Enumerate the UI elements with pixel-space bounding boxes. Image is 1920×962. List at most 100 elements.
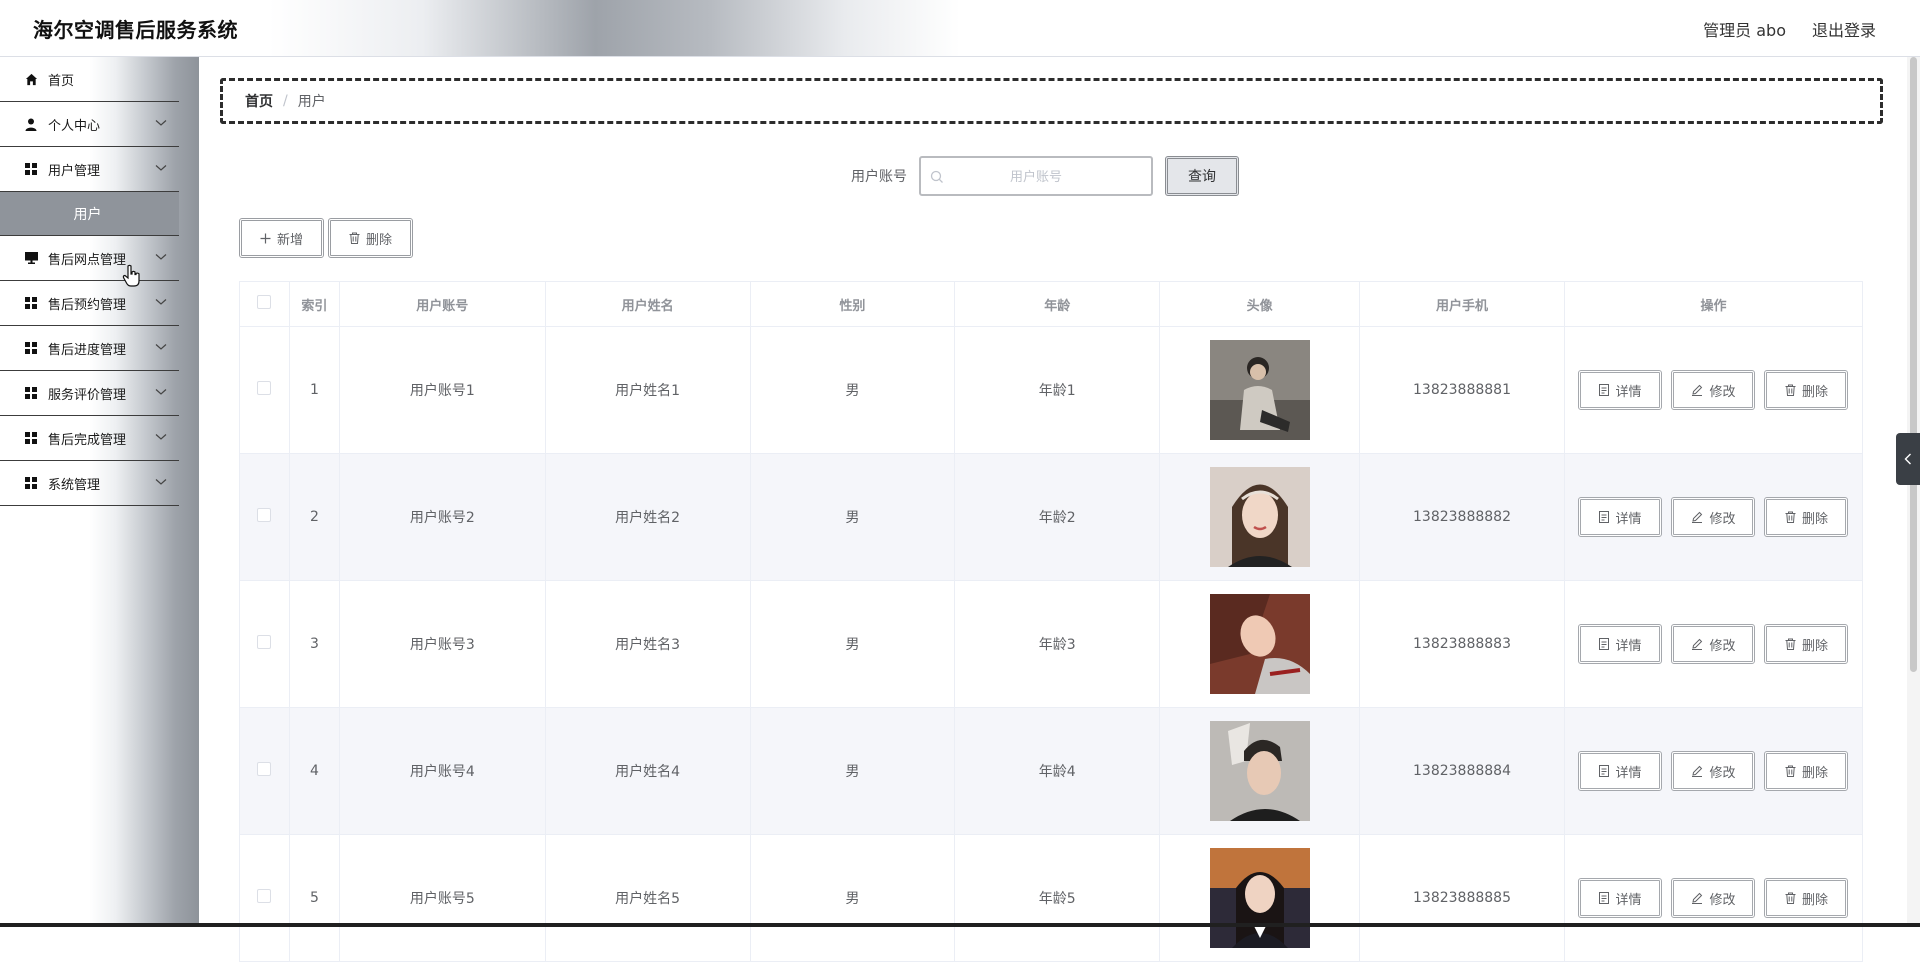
trash-icon: [1785, 384, 1796, 396]
trash-icon: [1785, 511, 1796, 523]
row-checkbox[interactable]: [257, 762, 272, 776]
name-cell: 用户姓名4: [545, 707, 751, 835]
logout-button[interactable]: 退出登录: [1812, 17, 1876, 41]
detail-button[interactable]: 详情: [1578, 497, 1663, 537]
sidebar-item-user-management[interactable]: 用户管理: [0, 147, 179, 192]
sidebar-item-label: 服务评价管理: [48, 387, 127, 403]
actions-cell: 详情 修改 删除: [1564, 580, 1864, 708]
document-icon: [1599, 765, 1610, 777]
detail-button[interactable]: 详情: [1578, 878, 1663, 918]
table-row: 5 用户账号5 用户姓名5 男 年龄5 13823888885 详情 修改 删除: [239, 834, 1864, 962]
chevron-down-icon: [155, 479, 167, 485]
edit-icon: [1692, 892, 1703, 904]
sidebar-item-progress[interactable]: 售后进度管理: [0, 326, 179, 371]
row-actions: 详情 修改 删除: [1565, 624, 1862, 664]
edit-button[interactable]: 修改: [1671, 497, 1756, 537]
detail-button[interactable]: 详情: [1578, 751, 1663, 791]
chevron-down-icon: [155, 165, 167, 171]
avatar-cell: [1159, 326, 1361, 454]
grid-icon: [24, 296, 38, 310]
user-icon: [24, 117, 38, 131]
account-cell: 用户账号2: [339, 453, 546, 581]
sidebar-item-completion[interactable]: 售后完成管理: [0, 416, 179, 461]
delete-button[interactable]: 删除: [1764, 370, 1849, 410]
query-button[interactable]: 查询: [1165, 156, 1239, 196]
gender-cell: 男: [750, 834, 956, 962]
row-actions: 详情 修改 删除: [1565, 751, 1862, 791]
actions-cell: 详情 修改 删除: [1564, 326, 1864, 454]
row-select-cell: [239, 707, 290, 835]
avatar-cell: [1159, 580, 1361, 708]
delete-button[interactable]: 删除: [1764, 751, 1849, 791]
name-cell: 用户姓名5: [545, 834, 751, 962]
sidebar-item-personal-center[interactable]: 个人中心: [0, 102, 179, 147]
chevron-down-icon: [155, 344, 167, 350]
edit-icon: [1692, 511, 1703, 523]
column-header: 操作: [1564, 281, 1864, 327]
avatar-cell: [1159, 834, 1361, 962]
detail-button-label: 详情: [1615, 383, 1642, 399]
edit-button[interactable]: 修改: [1671, 370, 1756, 410]
admin-label: 管理员 abo: [1703, 21, 1786, 40]
edit-button[interactable]: 修改: [1671, 624, 1756, 664]
row-checkbox[interactable]: [257, 508, 272, 522]
side-panel-toggle[interactable]: [1896, 433, 1920, 485]
sidebar-item-label: 售后网点管理: [48, 252, 127, 268]
row-select-cell: [239, 453, 290, 581]
app-title: 海尔空调售后服务系统: [33, 18, 238, 42]
sidebar-item-appointment[interactable]: 售后预约管理: [0, 281, 179, 326]
index-cell: 5: [289, 834, 340, 962]
batch-delete-button[interactable]: 删除: [328, 218, 414, 258]
row-select-cell: [239, 834, 290, 962]
select-all-header: [239, 281, 290, 327]
age-cell: 年龄3: [954, 580, 1161, 708]
actions-cell: 详情 修改 删除: [1564, 834, 1864, 962]
search-input-wrapper: [919, 156, 1153, 196]
home-icon: [24, 72, 38, 86]
add-button[interactable]: 新增: [239, 218, 325, 258]
chevron-down-icon: [155, 389, 167, 395]
age-cell: 年龄2: [954, 453, 1161, 581]
sidebar-item-service-outlet[interactable]: 售后网点管理: [0, 236, 179, 281]
column-header: 用户手机: [1359, 281, 1565, 327]
row-checkbox[interactable]: [257, 889, 272, 903]
delete-button[interactable]: 删除: [1764, 497, 1849, 537]
document-icon: [1599, 892, 1610, 904]
detail-button[interactable]: 详情: [1578, 370, 1663, 410]
sidebar-subitem-user[interactable]: 用户: [0, 192, 179, 236]
sidebar-item-label: 个人中心: [48, 118, 101, 134]
row-checkbox[interactable]: [257, 635, 272, 649]
delete-button[interactable]: 删除: [1764, 624, 1849, 664]
sidebar-item-evaluation[interactable]: 服务评价管理: [0, 371, 179, 416]
search-input[interactable]: [921, 158, 1151, 194]
top-header: 海尔空调售后服务系统 管理员 abo 退出登录: [0, 0, 1920, 57]
edit-button[interactable]: 修改: [1671, 751, 1756, 791]
index-cell: 1: [289, 326, 340, 454]
scrollbar-thumb[interactable]: [1910, 57, 1917, 672]
sidebar-item-label: 用户管理: [48, 163, 101, 179]
delete-button[interactable]: 删除: [1764, 878, 1849, 918]
breadcrumb: 首页 / 用户: [220, 78, 1883, 124]
edit-button[interactable]: 修改: [1671, 878, 1756, 918]
detail-button-label: 详情: [1615, 510, 1642, 526]
detail-button[interactable]: 详情: [1578, 624, 1663, 664]
sidebar-item-home[interactable]: 首页: [0, 57, 179, 102]
edit-button-label: 修改: [1709, 637, 1736, 653]
breadcrumb-home-link[interactable]: 首页: [245, 91, 273, 111]
bottom-edge-bar: [0, 923, 1920, 927]
table-row: 2 用户账号2 用户姓名2 男 年龄2 13823888882 详情 修改 删除: [239, 453, 1864, 581]
row-checkbox[interactable]: [257, 381, 272, 395]
plus-icon: [260, 233, 271, 243]
column-header: 用户账号: [339, 281, 546, 327]
add-button-label: 新增: [277, 231, 304, 247]
search-bar: 用户账号 查询: [851, 156, 1239, 196]
sidebar-item-system[interactable]: 系统管理: [0, 461, 179, 506]
detail-button-label: 详情: [1615, 637, 1642, 653]
vertical-scrollbar[interactable]: [1907, 57, 1920, 927]
column-header: 索引: [289, 281, 340, 327]
avatar: [1209, 467, 1310, 567]
select-all-checkbox[interactable]: [257, 295, 272, 309]
table-row: 4 用户账号4 用户姓名4 男 年龄4 13823888884 详情 修改 删除: [239, 707, 1864, 835]
account-cell: 用户账号1: [339, 326, 546, 454]
grid-icon: [24, 476, 38, 490]
